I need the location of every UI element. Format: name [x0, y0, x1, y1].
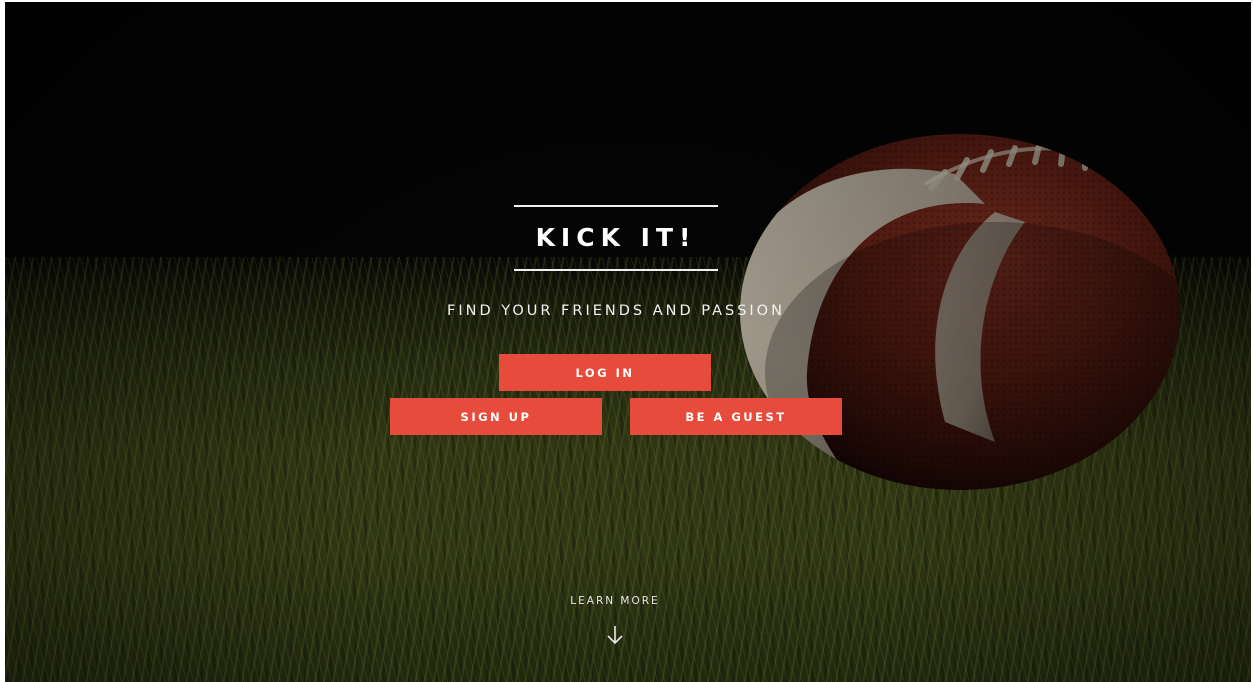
guest-button[interactable]: BE A GUEST	[630, 398, 842, 435]
login-button[interactable]: LOG IN	[499, 354, 711, 391]
hero-section	[5, 2, 1251, 682]
signup-button[interactable]: SIGN UP	[390, 398, 602, 435]
arrow-down-icon[interactable]	[605, 624, 625, 646]
learn-more-link[interactable]: LEARN MORE	[540, 594, 690, 608]
page-subtitle: FIND YOUR FRIENDS AND PASSION	[447, 303, 785, 319]
page-title: KICK IT!	[535, 223, 697, 252]
background-vignette	[5, 2, 1251, 682]
landing-page: KICK IT! FIND YOUR FRIENDS AND PASSION L…	[0, 0, 1253, 682]
title-rule-bottom	[514, 269, 718, 271]
title-rule-top	[514, 205, 718, 207]
